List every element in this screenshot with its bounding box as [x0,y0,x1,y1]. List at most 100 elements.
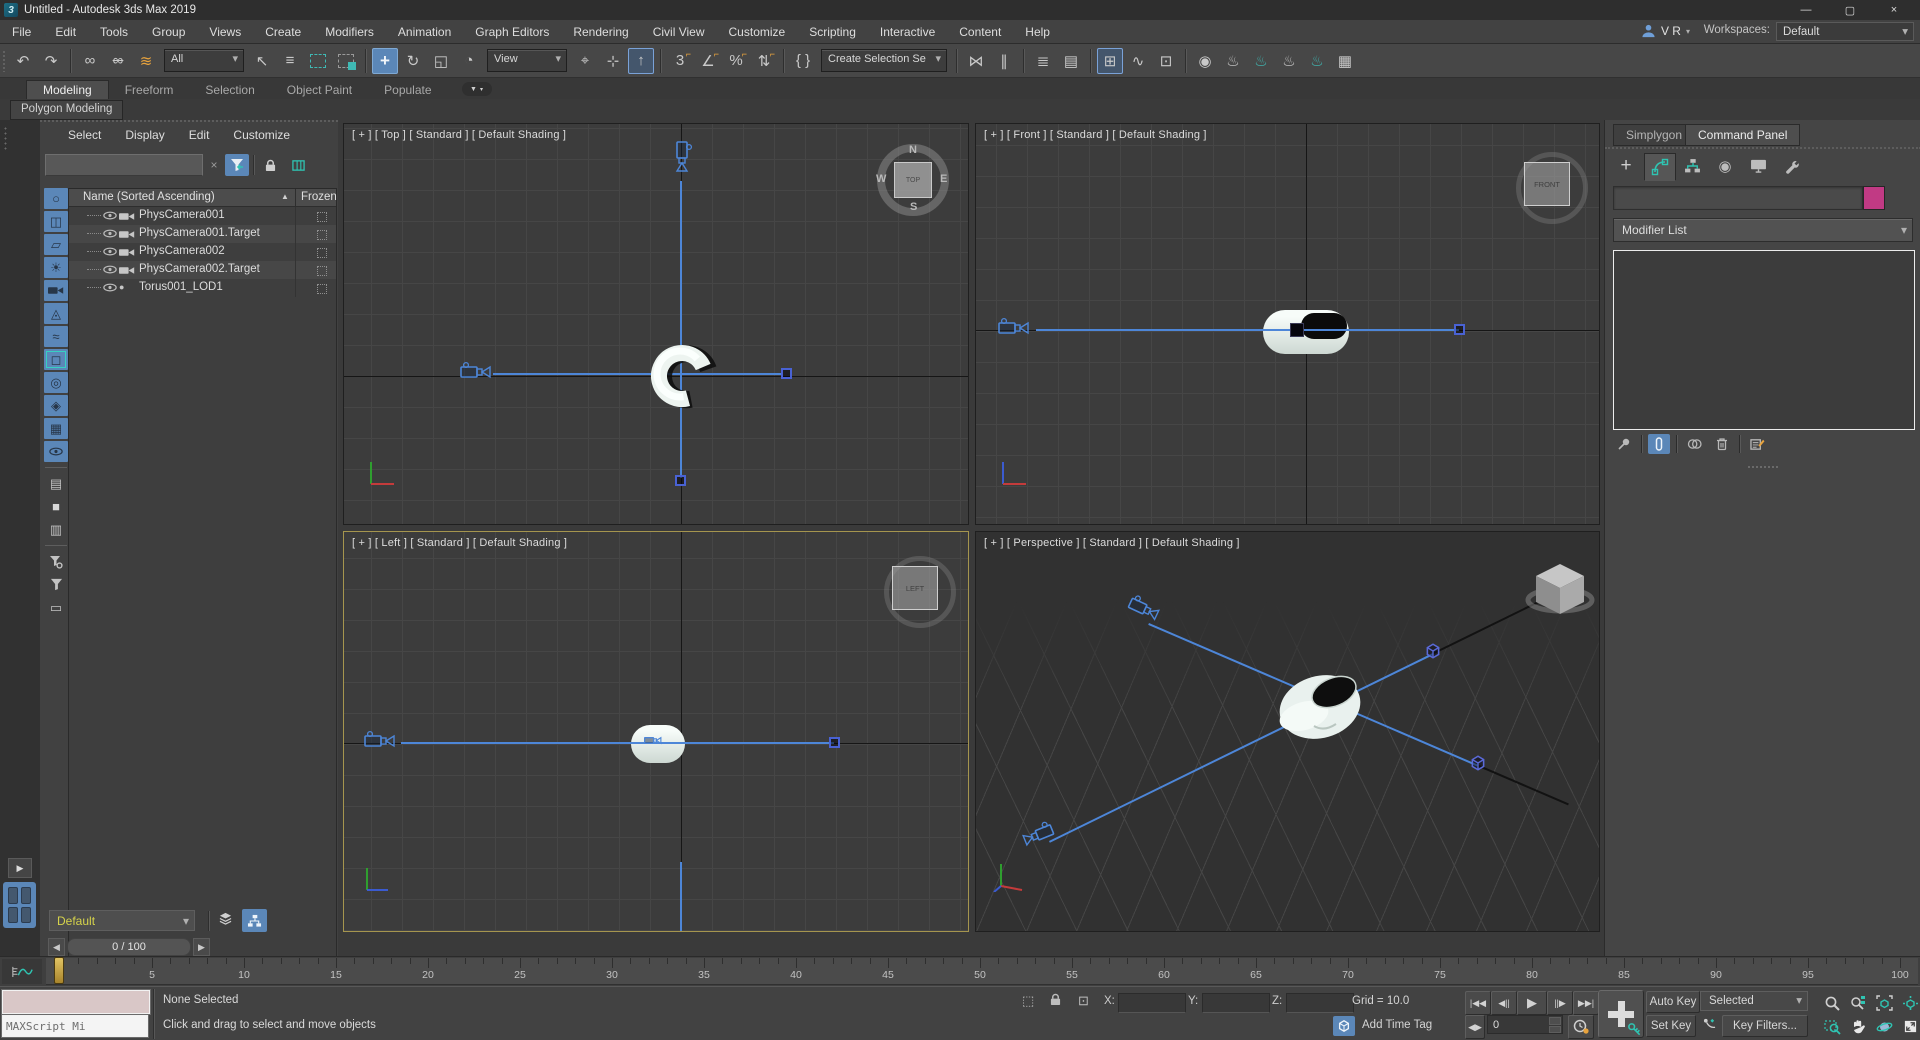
object-name[interactable]: PhysCamera002 [139,245,225,257]
layers-icon[interactable] [218,912,233,925]
time-configuration-button[interactable] [1568,1015,1594,1039]
menu-group[interactable]: Group [140,20,197,44]
viewcube[interactable]: LEFT [892,566,938,610]
clear-search-icon[interactable]: × [207,158,221,172]
add-time-tag[interactable]: Add Time Tag [1362,1019,1432,1031]
redo-icon[interactable]: ↷ [38,48,64,74]
display-cameras-icon[interactable] [44,280,68,301]
display-containers-icon[interactable]: ◎ [44,372,68,393]
column-chooser-button[interactable] [286,154,310,176]
render-production-icon[interactable]: ♨ [1276,48,1302,74]
active-layer-dropdown[interactable]: Default [49,910,195,931]
polygon-modeling-panel-button[interactable]: Polygon Modeling [10,100,123,120]
tab-display[interactable] [1743,153,1773,179]
explorer-menu-select[interactable]: Select [58,128,111,142]
explorer-row[interactable]: PhysCamera002.Target [69,261,336,279]
menu-rendering[interactable]: Rendering [561,20,640,44]
display-frozen-icon[interactable]: ▦ [44,418,68,439]
remove-modifier-icon[interactable] [1711,434,1733,454]
rendered-frame-window-icon[interactable]: ♨ [1248,48,1274,74]
close-button[interactable]: × [1872,0,1916,20]
z-coordinate-field[interactable] [1286,993,1354,1013]
selection-filter-dropdown[interactable]: All [164,49,244,72]
angle-snap-toggle-icon[interactable]: ∠⌐ [695,48,721,74]
name-column-header[interactable]: Name (Sorted Ascending) [83,191,215,203]
explorer-row[interactable]: PhysCamera001 [69,207,336,225]
display-color-icon[interactable]: ■ [44,496,68,517]
current-frame-field[interactable]: 0 [1487,1015,1563,1034]
camera-target[interactable] [675,475,686,486]
menu-graph-editors[interactable]: Graph Editors [463,20,561,44]
percent-snap-toggle-icon[interactable]: %⌐ [723,48,749,74]
menu-scripting[interactable]: Scripting [797,20,868,44]
use-pivot-point-center-icon[interactable]: ⌖ [572,48,598,74]
modifier-stack[interactable] [1613,250,1915,430]
hierarchy-view-button[interactable] [242,909,267,932]
configure-modifier-sets-icon[interactable] [1746,434,1768,454]
new-key-icon[interactable] [1702,1017,1717,1030]
bind-to-space-warp-icon[interactable]: ≋ [133,48,159,74]
zoom-extents-all-icon[interactable] [1898,992,1920,1013]
menu-modifiers[interactable]: Modifiers [313,20,386,44]
physical-camera-icon[interactable] [998,317,1030,339]
rectangular-selection-region-icon[interactable] [305,48,331,74]
display-geometry-icon[interactable]: ◫ [44,211,68,232]
material-editor-icon[interactable]: ◉ [1192,48,1218,74]
time-slider[interactable] [54,957,64,984]
menu-customize[interactable]: Customize [717,20,798,44]
object-color-swatch[interactable] [1863,186,1885,210]
object-name[interactable]: Torus001_LOD1 [139,281,223,293]
make-unique-icon[interactable] [1683,434,1705,454]
mini-curve-editor-button[interactable] [2,959,42,984]
explorer-menu-edit[interactable]: Edit [179,128,220,142]
display-lights-icon[interactable]: ☀ [44,257,68,278]
toggle-layer-explorer-icon[interactable]: ≣ [1030,48,1056,74]
frozen-cell[interactable] [317,212,327,222]
tab-create[interactable]: + [1611,153,1641,179]
object-name[interactable]: PhysCamera002.Target [139,263,260,275]
select-and-scale-icon[interactable]: ◱ [428,48,454,74]
set-keys-button[interactable] [1598,990,1644,1038]
y-coordinate-field[interactable] [1202,993,1270,1013]
ribbon-tab-populate[interactable]: Populate [368,81,447,99]
menu-civil-view[interactable]: Civil View [641,20,717,44]
dock-tab-command-panel[interactable]: Command Panel [1685,124,1800,146]
tab-hierarchy[interactable] [1677,153,1707,179]
previous-frame-button[interactable]: ◀|| [1491,991,1517,1015]
viewport-label[interactable]: [ + ] [ Front ] [ Standard ] [ Default S… [984,129,1207,141]
tab-modify[interactable] [1644,153,1676,181]
zoom-all-icon[interactable] [1846,992,1870,1013]
frozen-cell[interactable] [317,284,327,294]
physical-camera-icon[interactable] [460,361,492,383]
physical-camera-icon[interactable] [364,730,396,752]
viewport-label[interactable]: [ + ] [ Top ] [ Standard ] [ Default Sha… [352,129,566,141]
torus-object[interactable] [646,336,722,418]
ribbon-tab-freeform[interactable]: Freeform [109,81,190,99]
viewport-top[interactable]: N E S W TOP [ + ] [ Top ] [ Standard ] [… [343,123,969,525]
align-icon[interactable]: ∥ [991,48,1017,74]
ribbon-tab-object-paint[interactable]: Object Paint [271,81,368,99]
physical-camera-icon[interactable] [671,141,693,173]
pin-stack-icon[interactable] [1613,434,1635,454]
display-hidden-icon[interactable] [44,441,68,462]
display-none-icon[interactable]: ○ [44,188,68,209]
range-forward-button[interactable]: ▶ [193,938,210,956]
ribbon-minimize-button[interactable]: ▼▾ [462,82,492,96]
viewport-left-active[interactable]: LEFT [ + ] [ Left ] [ Standard ] [ Defau… [343,531,969,932]
object-name[interactable]: PhysCamera001.Target [139,227,260,239]
maximize-button[interactable]: ▢ [1828,0,1872,20]
keyboard-shortcut-override-icon[interactable]: ↑ [628,48,654,74]
explorer-row[interactable]: PhysCamera002 [69,243,336,261]
toggle-ribbon-icon[interactable]: ▤ [1058,48,1084,74]
auto-key-button[interactable]: Auto Key [1646,991,1700,1013]
open-gallery-icon[interactable]: ▦ [1332,48,1358,74]
set-key-button[interactable]: Set Key [1646,1015,1696,1037]
key-mode-dropdown[interactable]: Selected [1700,991,1808,1011]
viewport-label[interactable]: [ + ] [ Perspective ] [ Standard ] [ Def… [984,537,1240,549]
undo-icon[interactable]: ↶ [10,48,36,74]
visibility-eye-icon[interactable] [103,211,117,220]
menu-interactive[interactable]: Interactive [868,20,947,44]
collect-icon[interactable]: ▭ [44,597,68,618]
object-properties-icon[interactable]: ▤ [44,473,68,494]
edit-named-selection-sets-icon[interactable]: { } [790,48,816,74]
